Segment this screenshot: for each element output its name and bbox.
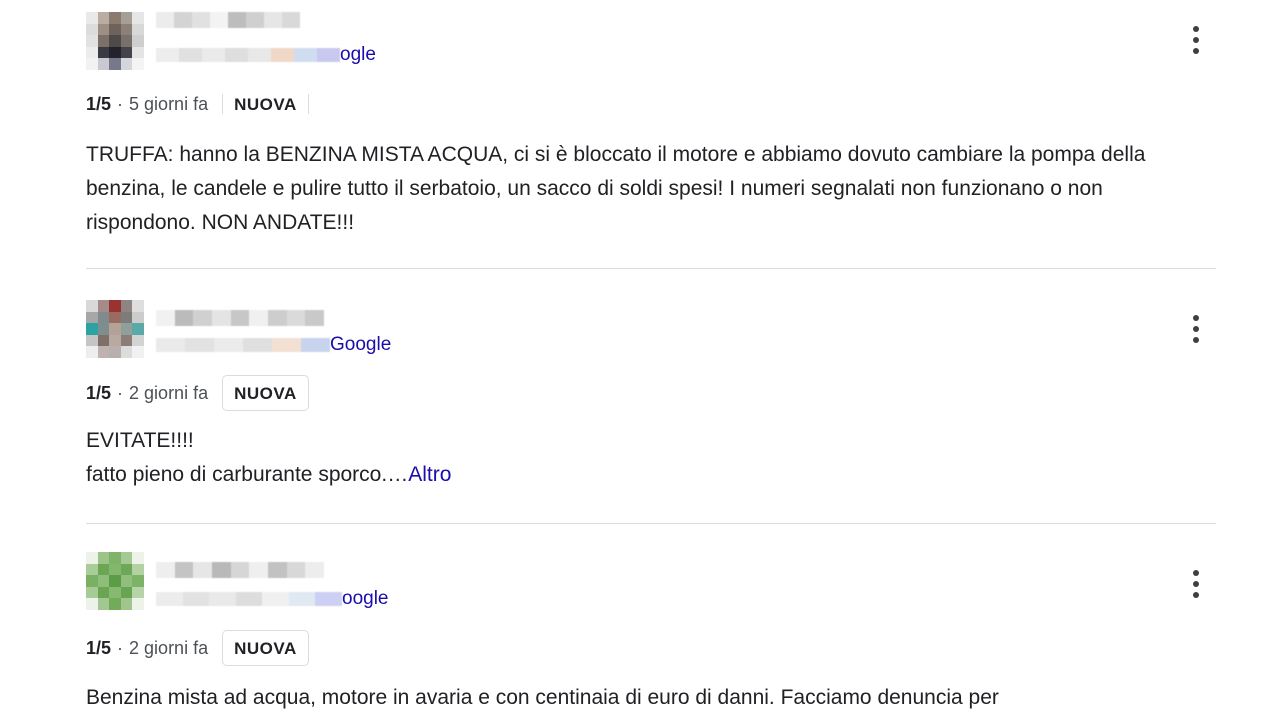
separator: · [117,382,124,403]
review-item: oogle 1/5 · 2 giorni fa NUOVA Benzina mi… [86,552,1216,720]
new-badge: NUOVA [222,630,309,666]
dot-icon [1193,326,1199,332]
dot-icon [1193,337,1199,343]
dot-icon [1193,48,1199,54]
rating-value: 1/5 [86,382,112,403]
more-options-button[interactable] [1184,566,1208,602]
dot-icon [1193,37,1199,43]
reviewer-source: Google [156,334,391,356]
reviews-list: ogle 1/5 · 5 giorni fa NUOVA TRUFFA: han… [0,0,1280,720]
new-badge: NUOVA [222,94,309,114]
dot-icon [1193,581,1199,587]
read-more-link[interactable]: Altro [408,463,451,486]
source-redacted [156,592,343,606]
review-text-line: fatto pieno di carburante sporco.…Altro [86,458,1196,492]
review-meta: 1/5 · 2 giorni fa NUOVA [86,375,309,411]
rating-value: 1/5 [86,94,112,114]
reviewer-name-redacted[interactable] [156,562,325,578]
reviewer-avatar[interactable] [86,300,144,358]
meta-clip: 1/5 · 5 giorni fa NUOVA [86,94,486,114]
review-time: 2 giorni fa [129,637,209,658]
source-label: Google [330,334,392,355]
divider [86,268,1216,269]
source-label: oogle [342,588,389,609]
new-badge: NUOVA [222,375,309,411]
review-text-line: EVITATE!!!! [86,429,194,452]
dot-icon [1193,315,1199,321]
review-meta: 1/5 · 2 giorni fa NUOVA [86,630,309,666]
review-text: TRUFFA: hanno la BENZINA MISTA ACQUA, ci… [86,143,1146,234]
review-time: 2 giorni fa [129,382,209,403]
reviewer-source: oogle [156,588,389,610]
dot-icon [1193,592,1199,598]
dot-icon [1193,570,1199,576]
source-label: ogle [340,44,376,65]
review-meta: 1/5 · 5 giorni fa NUOVA [86,94,309,114]
separator: · [117,637,124,658]
source-redacted [156,338,330,352]
divider [86,523,1216,524]
review-text: EVITATE!!!! fatto pieno di carburante sp… [86,424,1196,492]
reviewer-source: ogle [156,44,376,66]
more-options-button[interactable] [1184,22,1208,58]
review-text: Benzina mista ad acqua, motore in avaria… [86,686,999,709]
review-text-excerpt: fatto pieno di carburante sporco.… [86,463,409,486]
source-redacted [156,48,340,62]
separator: · [117,94,124,114]
rating-value: 1/5 [86,637,112,658]
more-options-button[interactable] [1184,311,1208,347]
dot-icon [1193,26,1199,32]
review-item: Google 1/5 · 2 giorni fa NUOVA EVITATE!!… [86,300,1216,510]
review-time: 5 giorni fa [129,94,209,114]
reviewer-name-redacted[interactable] [156,12,300,28]
reviewer-avatar[interactable] [86,552,144,610]
reviewer-name-redacted[interactable] [156,310,325,326]
reviewer-avatar[interactable] [86,12,144,70]
review-item: ogle 1/5 · 5 giorni fa NUOVA TRUFFA: han… [86,0,1216,260]
